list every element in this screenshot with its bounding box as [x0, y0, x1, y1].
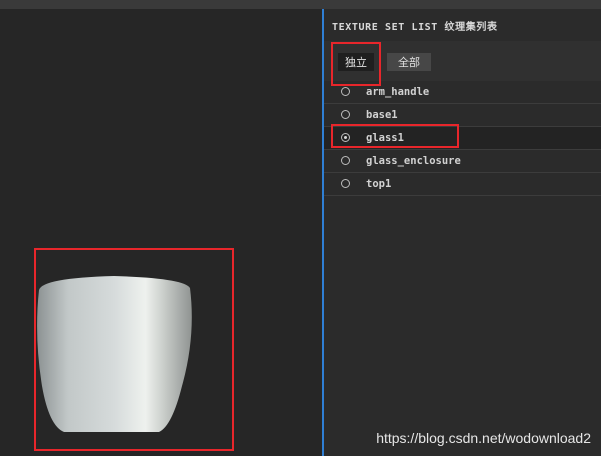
radio-button[interactable]	[341, 87, 350, 96]
annotation-box-tab	[331, 42, 381, 86]
panel-header: TEXTURE SET LIST 纹理集列表	[324, 9, 601, 41]
top-toolbar	[0, 0, 601, 9]
list-item-label: top1	[366, 178, 392, 190]
tab-all[interactable]: 全部	[387, 53, 431, 71]
list-item-label: base1	[366, 109, 398, 121]
annotation-box-cup	[34, 248, 234, 451]
radio-button[interactable]	[341, 156, 350, 165]
watermark-text: https://blog.csdn.net/wodownload2	[376, 430, 591, 446]
list-item[interactable]: glass_enclosure	[324, 150, 601, 173]
list-item[interactable]: top1	[324, 173, 601, 196]
panel-title: TEXTURE SET LIST 纹理集列表	[332, 21, 498, 33]
radio-button[interactable]	[341, 110, 350, 119]
annotation-box-selected-row	[331, 124, 459, 148]
list-item-label: glass_enclosure	[366, 155, 461, 167]
radio-button[interactable]	[341, 179, 350, 188]
app-window: TEXTURE SET LIST 纹理集列表 独立 全部 arm_handle …	[0, 0, 601, 456]
list-item-label: arm_handle	[366, 86, 430, 98]
